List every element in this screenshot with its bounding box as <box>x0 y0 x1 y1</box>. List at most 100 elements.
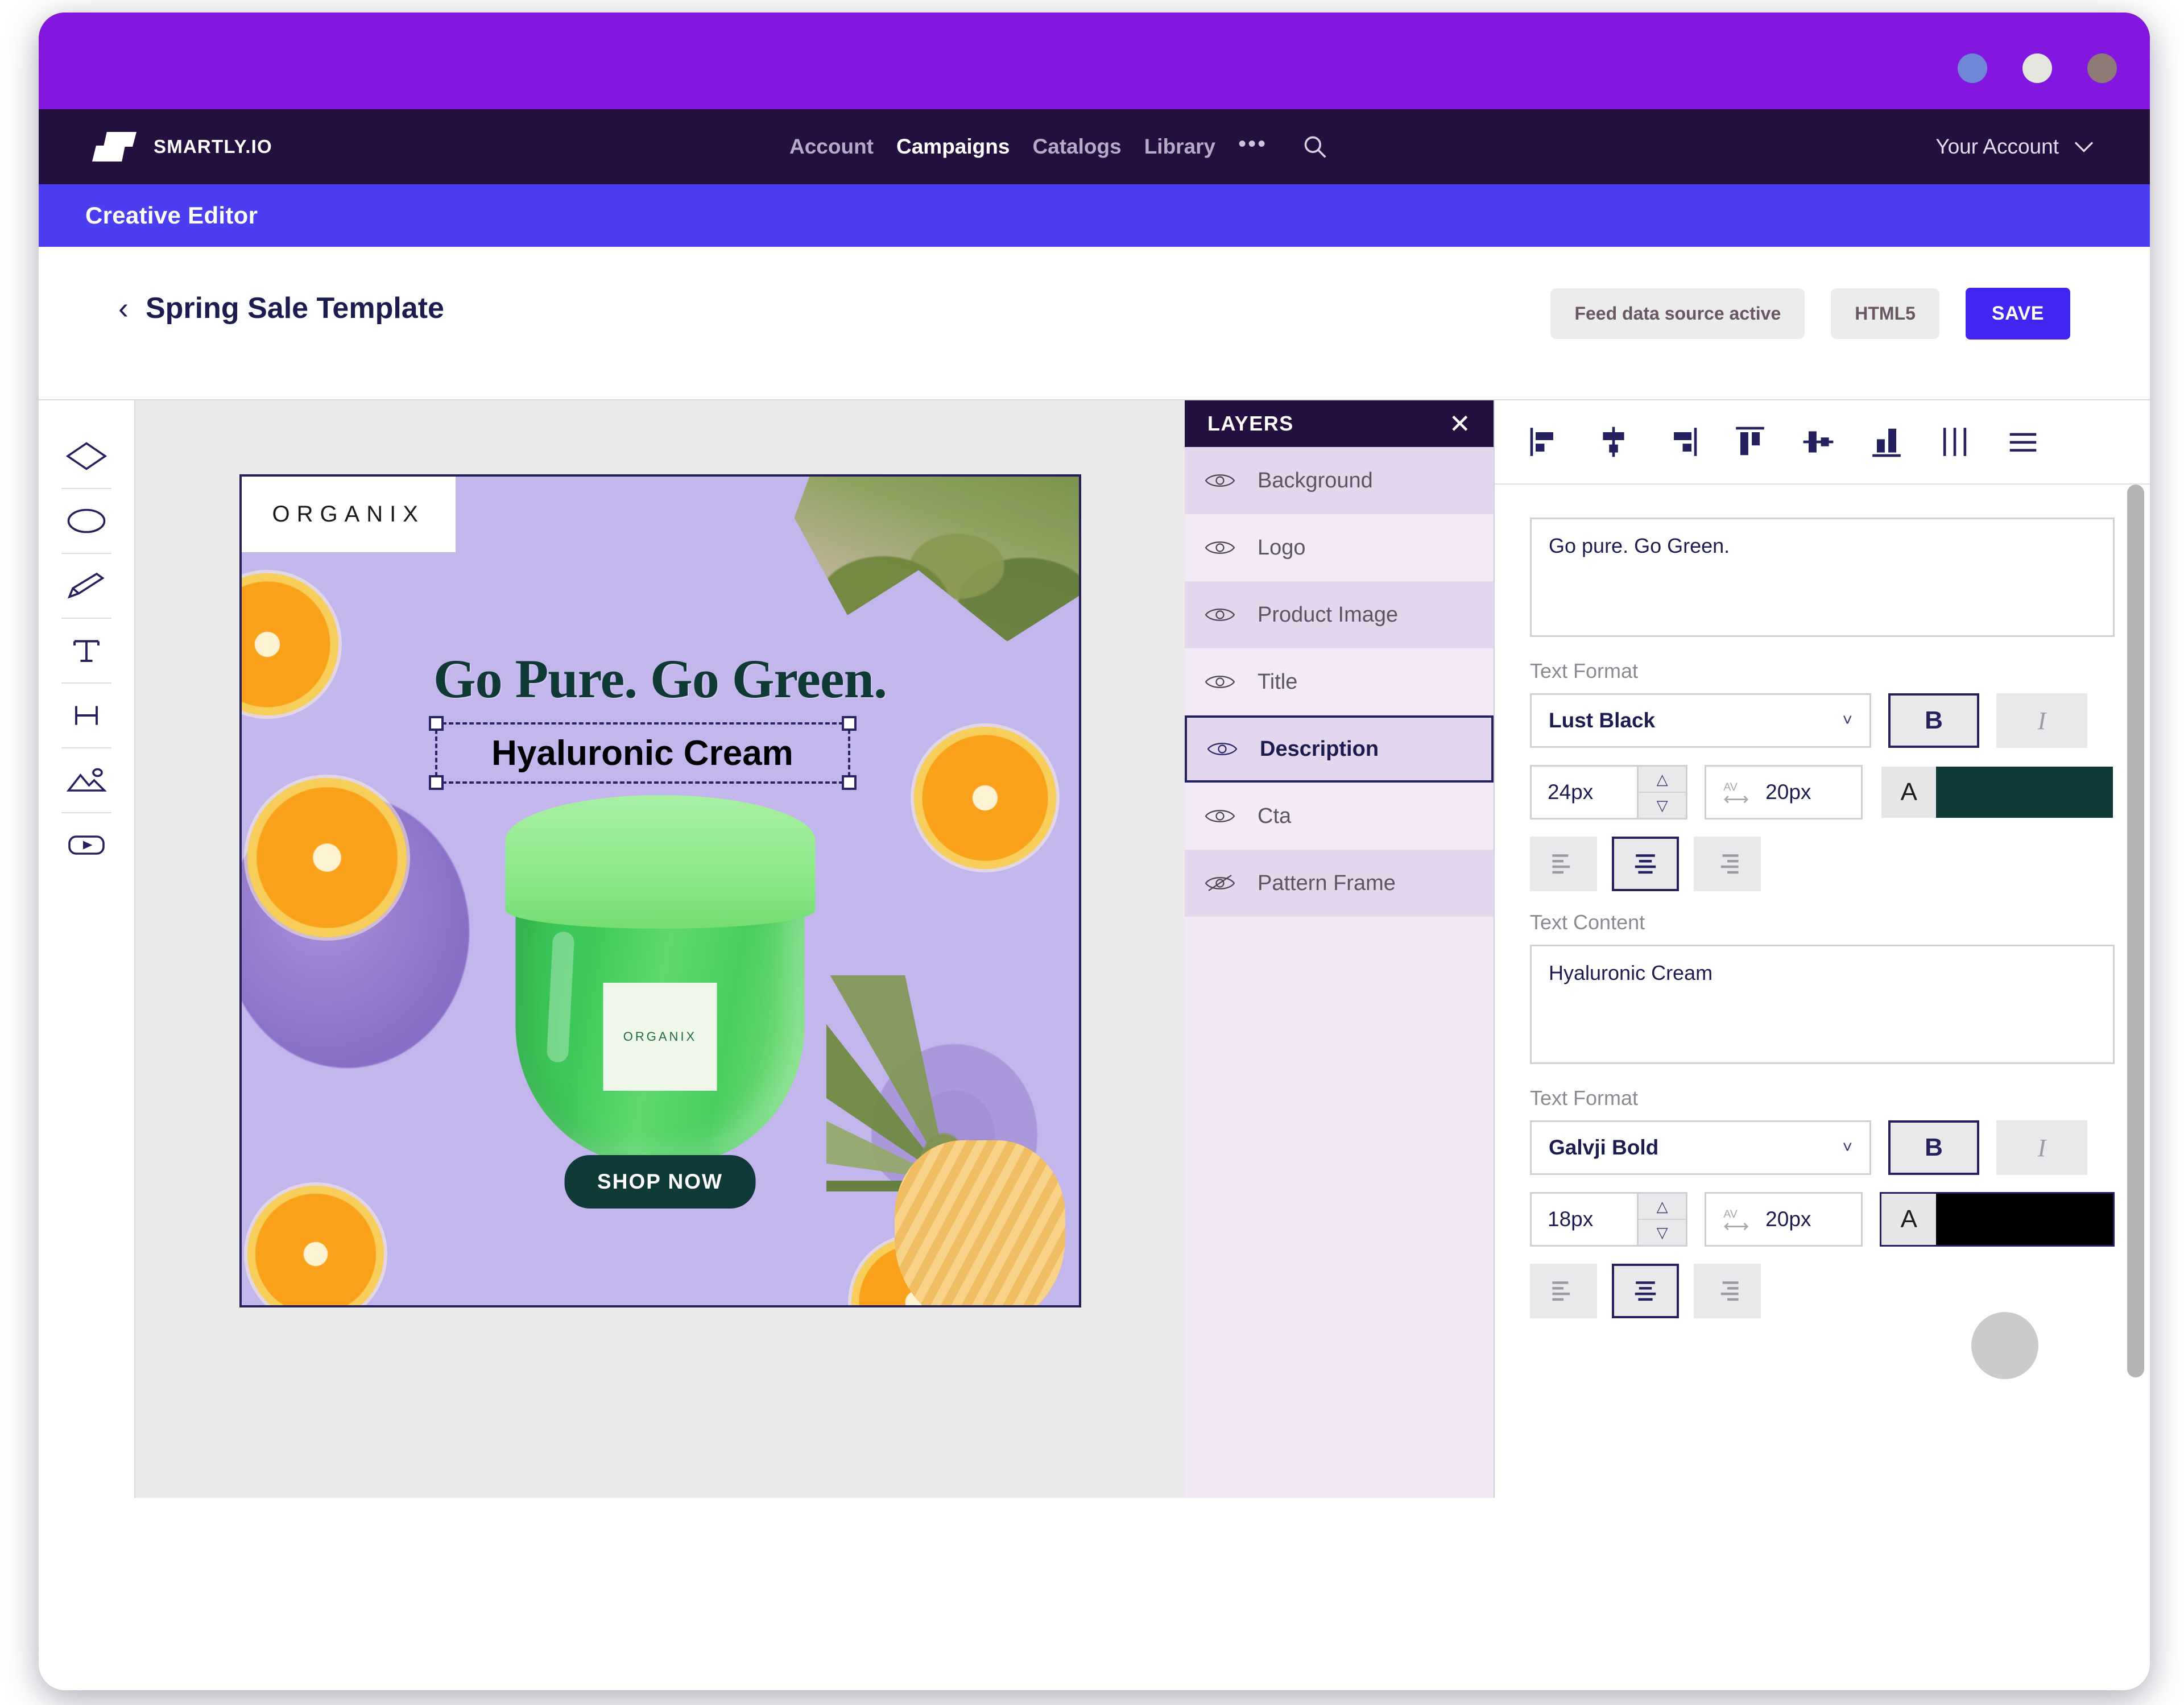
breadcrumb[interactable]: ‹ Spring Sale Template <box>118 291 444 325</box>
brand-logo[interactable]: SMARTLY.IO <box>92 132 272 162</box>
title-bold-button[interactable]: B <box>1888 693 1979 748</box>
title-align-right-button[interactable] <box>1694 837 1761 891</box>
search-icon[interactable] <box>1302 134 1327 159</box>
align-middle-vertical-icon[interactable] <box>1801 424 1836 460</box>
shape-diamond-icon[interactable] <box>53 424 119 488</box>
align-top-icon[interactable] <box>1732 424 1768 460</box>
align-right-icon[interactable] <box>1664 424 1699 460</box>
title-font-size-arrows[interactable]: △ ▽ <box>1637 767 1686 818</box>
eye-hidden-icon[interactable] <box>1204 871 1236 895</box>
resize-handle-top-right[interactable] <box>841 716 857 731</box>
format-badge[interactable]: HTML5 <box>1831 288 1939 339</box>
window-dot-blue-icon[interactable] <box>1958 53 1987 83</box>
description-font-select[interactable]: Galvji Bold ˅ <box>1530 1120 1871 1175</box>
description-kerning-value: 20px <box>1765 1207 1811 1231</box>
video-icon[interactable] <box>53 813 119 877</box>
pencil-icon[interactable] <box>53 554 119 618</box>
description-content-label: Text Content <box>1530 911 1645 934</box>
description-color-picker[interactable]: A <box>1880 1192 2115 1247</box>
description-color-glyph: A <box>1881 1194 1937 1245</box>
window-dot-brown-icon[interactable] <box>2087 53 2117 83</box>
jar-label-text: ORGANIX <box>623 1029 697 1044</box>
canvas-cta-layer[interactable]: SHOP NOW <box>564 1155 756 1209</box>
canvas-title-layer[interactable]: Go Pure. Go Green. <box>242 647 1079 710</box>
top-navbar: SMARTLY.IO Account Campaigns Catalogs Li… <box>39 109 2150 184</box>
resize-handle-top-left[interactable] <box>428 716 444 731</box>
close-icon[interactable]: ✕ <box>1449 411 1471 437</box>
description-align-center-button[interactable] <box>1612 1264 1679 1318</box>
description-align-right-button[interactable] <box>1694 1264 1761 1318</box>
nav-item-library[interactable]: Library <box>1144 135 1215 159</box>
canvas-logo-text: ORGANIX <box>272 502 425 527</box>
layer-row-product-image[interactable]: Product Image <box>1185 581 1494 648</box>
layer-row-pattern-frame[interactable]: Pattern Frame <box>1185 850 1494 917</box>
resize-handle-bottom-left[interactable] <box>428 775 444 790</box>
eye-visible-icon[interactable] <box>1206 737 1238 761</box>
svg-text:AV: AV <box>1723 781 1738 793</box>
nav-item-campaigns[interactable]: Campaigns <box>896 135 1010 159</box>
align-left-icon[interactable] <box>1528 424 1563 460</box>
description-italic-button[interactable]: I <box>1996 1120 2087 1175</box>
properties-scrollbar[interactable] <box>2127 485 2144 1377</box>
eye-visible-icon[interactable] <box>1204 603 1236 627</box>
stepper-up-icon[interactable]: △ <box>1639 1194 1686 1220</box>
description-align-left-button[interactable] <box>1530 1264 1597 1318</box>
canvas-product-image-layer[interactable]: ORGANIX <box>505 795 815 1170</box>
account-menu[interactable]: Your Account <box>1935 109 2094 184</box>
nav-item-catalogs[interactable]: Catalogs <box>1032 135 1121 159</box>
stepper-up-icon[interactable]: △ <box>1639 767 1686 793</box>
description-font-size-arrows[interactable]: △ ▽ <box>1637 1194 1686 1245</box>
layer-row-logo[interactable]: Logo <box>1185 514 1494 581</box>
layer-row-title[interactable]: Title <box>1185 648 1494 715</box>
eye-visible-icon[interactable] <box>1204 670 1236 694</box>
heading-icon[interactable] <box>53 684 119 747</box>
feed-status-badge[interactable]: Feed data source active <box>1550 288 1805 339</box>
distribute-horizontal-icon[interactable] <box>1937 424 1972 460</box>
layer-row-description[interactable]: Description <box>1185 715 1494 783</box>
shape-circle-icon[interactable] <box>53 489 119 553</box>
layer-row-cta[interactable]: Cta <box>1185 783 1494 850</box>
description-color-swatch[interactable] <box>1936 1194 2113 1245</box>
title-align-left-button[interactable] <box>1530 837 1597 891</box>
image-icon[interactable] <box>53 748 119 812</box>
stepper-down-icon[interactable]: ▽ <box>1639 793 1686 818</box>
align-bottom-icon[interactable] <box>1869 424 1904 460</box>
description-font-size-stepper[interactable]: 18px △ ▽ <box>1530 1192 1688 1247</box>
description-kerning-input[interactable]: AV 20px <box>1705 1192 1863 1247</box>
eye-visible-icon[interactable] <box>1204 469 1236 493</box>
title-color-picker[interactable]: A <box>1880 765 2115 820</box>
title-font-size-stepper[interactable]: 24px △ ▽ <box>1530 765 1688 820</box>
title-font-select[interactable]: Lust Black ˅ <box>1530 693 1871 748</box>
nav-item-account[interactable]: Account <box>789 135 874 159</box>
layer-label: Logo <box>1258 535 1306 560</box>
title-kerning-input[interactable]: AV 20px <box>1705 765 1863 820</box>
back-chevron-icon[interactable]: ‹ <box>118 293 129 324</box>
subheader: ‹ Spring Sale Template Feed data source … <box>39 247 2150 400</box>
title-text-input[interactable] <box>1530 518 2115 637</box>
title-italic-button[interactable]: I <box>1996 693 2087 748</box>
title-color-swatch[interactable] <box>1936 767 2113 818</box>
ad-canvas[interactable]: ORGANIX Go Pure. Go Green. Hyaluronic Cr… <box>239 474 1081 1307</box>
window-dot-white-icon[interactable] <box>2022 53 2052 83</box>
description-text-input[interactable] <box>1530 945 2115 1064</box>
canvas-logo-layer[interactable]: ORGANIX <box>241 477 456 552</box>
eye-visible-icon[interactable] <box>1204 536 1236 560</box>
nav-overflow-icon[interactable]: ••• <box>1238 133 1267 156</box>
kerning-icon: AV <box>1723 781 1749 804</box>
title-kerning-value: 20px <box>1765 780 1811 804</box>
text-icon[interactable] <box>53 619 119 682</box>
description-bold-button[interactable]: B <box>1888 1120 1979 1175</box>
eye-visible-icon[interactable] <box>1204 804 1236 828</box>
layer-row-background[interactable]: Background <box>1185 447 1494 514</box>
canvas-description-selection[interactable]: Hyaluronic Cream <box>428 716 857 790</box>
align-center-horizontal-icon[interactable] <box>1596 424 1631 460</box>
stepper-down-icon[interactable]: ▽ <box>1639 1220 1686 1245</box>
title-font-value: Lust Black <box>1549 709 1656 732</box>
title-align-center-button[interactable] <box>1612 837 1679 891</box>
menu-icon[interactable] <box>2005 424 2041 460</box>
tool-rail <box>39 400 135 1498</box>
resize-handle-bottom-right[interactable] <box>841 775 857 790</box>
description-format-row: Galvji Bold ˅ B I <box>1530 1120 2115 1175</box>
save-button[interactable]: SAVE <box>1965 288 2070 340</box>
layers-panel-filler <box>1185 917 1494 1498</box>
